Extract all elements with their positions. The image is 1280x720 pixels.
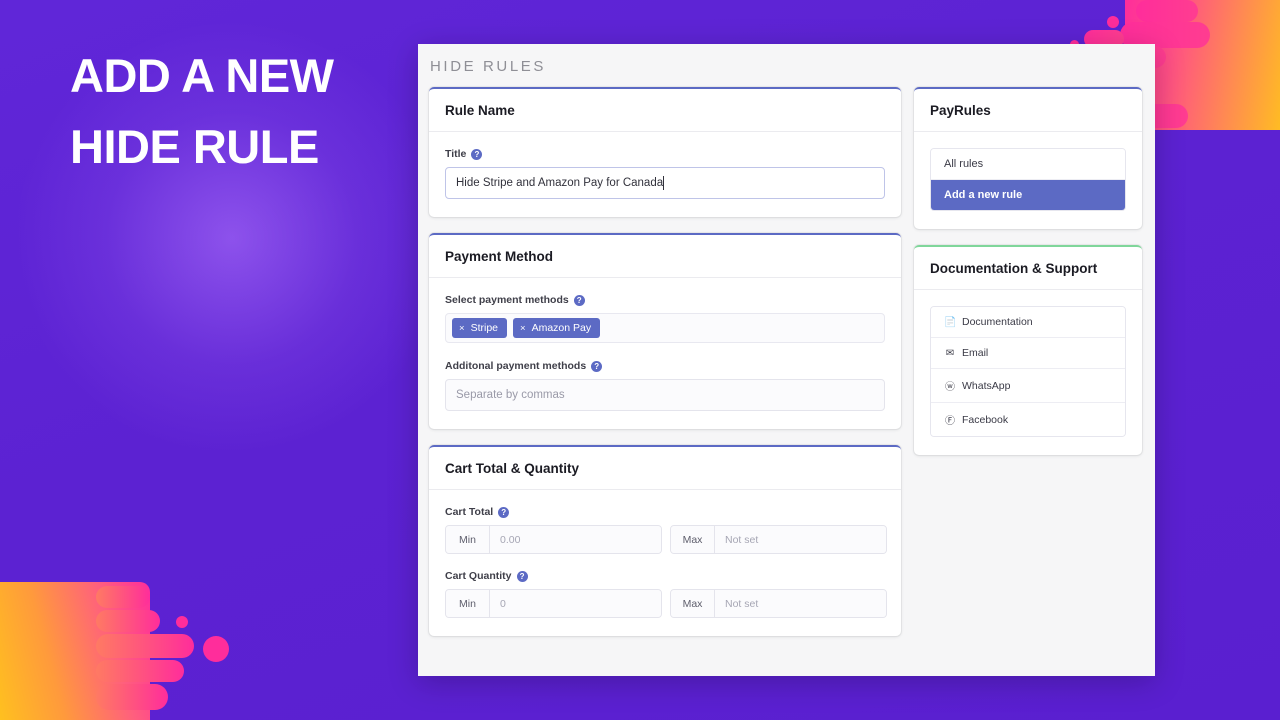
blob-finger	[96, 610, 160, 632]
additional-payment-methods-input[interactable]: Separate by commas	[445, 379, 885, 411]
blob-finger	[96, 586, 150, 608]
payment-methods-tag-input[interactable]: × Stripe × Amazon Pay	[445, 313, 885, 343]
payrules-nav-list: All rules Add a new rule	[930, 148, 1126, 211]
help-icon[interactable]: ?	[573, 294, 585, 306]
decorative-blob-bottom-left	[0, 570, 250, 720]
select-payment-methods-label-text: Select payment methods	[445, 294, 569, 306]
blob-finger	[96, 684, 168, 710]
cart-total-max-input[interactable]: Not set	[715, 526, 886, 553]
additional-payment-methods-label-text: Additonal payment methods	[445, 360, 587, 372]
payrules-card: PayRules All rules Add a new rule	[914, 87, 1142, 229]
cart-card-body: Cart Total ? Min 0.00 Max Not set Cart Q…	[429, 490, 901, 636]
rule-name-heading: Rule Name	[445, 103, 515, 118]
remove-tag-icon[interactable]: ×	[520, 323, 526, 334]
headline-line-1: ADD A NEW	[70, 49, 334, 102]
rule-name-card: Rule Name Title ? Hide Stripe and Amazon…	[429, 87, 901, 217]
support-item-facebook[interactable]: Ⓕ Facebook	[931, 403, 1125, 436]
tag-chip[interactable]: × Stripe	[452, 318, 507, 338]
sidebar-item-label: Add a new rule	[944, 189, 1023, 201]
blob-finger	[96, 660, 184, 682]
app-window: HIDE RULES Rule Name Title ? Hide Stripe…	[418, 44, 1155, 676]
main-column: Rule Name Title ? Hide Stripe and Amazon…	[429, 87, 901, 652]
cart-quantity-min-addon: Min	[446, 590, 490, 617]
payment-method-heading: Payment Method	[445, 249, 554, 264]
document-icon: 📄	[944, 316, 957, 328]
facebook-icon: Ⓕ	[945, 416, 955, 427]
payment-method-card-header: Payment Method	[429, 235, 901, 278]
support-card-header: Documentation & Support	[914, 247, 1142, 290]
cart-quantity-min-input[interactable]: 0	[490, 590, 661, 617]
sidebar-item-all-rules[interactable]: All rules	[931, 149, 1125, 180]
cart-total-min-input[interactable]: 0.00	[490, 526, 661, 553]
documentation-support-card: Documentation & Support 📄 Documentation …	[914, 245, 1142, 455]
side-column: PayRules All rules Add a new rule Docume…	[914, 87, 1142, 471]
tag-label: Stripe	[470, 322, 498, 334]
cart-quantity-row: Min 0 Max Not set	[445, 589, 887, 618]
blob-finger	[1136, 0, 1198, 22]
promo-headline: ADD A NEW HIDE RULE	[70, 40, 410, 182]
support-item-email[interactable]: ✉ Email	[931, 338, 1125, 369]
select-payment-methods-label: Select payment methods ?	[445, 294, 885, 306]
cart-heading: Cart Total & Quantity	[445, 461, 580, 476]
headline-line-2: HIDE RULE	[70, 120, 319, 173]
app-content: Rule Name Title ? Hide Stripe and Amazon…	[418, 87, 1155, 652]
support-card-body: 📄 Documentation ✉ Email ⓦ WhatsApp Ⓕ Fac…	[914, 290, 1142, 455]
help-icon[interactable]: ?	[498, 506, 510, 518]
cart-card-header: Cart Total & Quantity	[429, 447, 901, 490]
support-heading: Documentation & Support	[930, 261, 1098, 276]
cart-quantity-max-group: Max Not set	[670, 589, 887, 618]
title-input-value: Hide Stripe and Amazon Pay for Canada	[456, 177, 664, 189]
sidebar-item-label: All rules	[944, 158, 984, 170]
rule-name-card-header: Rule Name	[429, 89, 901, 132]
cart-total-label-text: Cart Total	[445, 506, 494, 518]
cart-total-quantity-card: Cart Total & Quantity Cart Total ? Min 0…	[429, 445, 901, 636]
tag-chip[interactable]: × Amazon Pay	[513, 318, 601, 338]
help-icon[interactable]: ?	[591, 360, 603, 372]
cart-quantity-max-addon: Max	[671, 590, 715, 617]
payrules-card-header: PayRules	[914, 89, 1142, 132]
help-icon[interactable]: ?	[516, 570, 528, 582]
rule-name-card-body: Title ? Hide Stripe and Amazon Pay for C…	[429, 132, 901, 217]
blob-dot	[176, 616, 188, 628]
support-item-documentation[interactable]: 📄 Documentation	[931, 307, 1125, 338]
title-label-text: Title	[445, 148, 467, 160]
support-item-label: Email	[962, 347, 989, 359]
cart-quantity-label-text: Cart Quantity	[445, 570, 512, 582]
cart-total-row: Min 0.00 Max Not set	[445, 525, 887, 554]
cart-quantity-max-input[interactable]: Not set	[715, 590, 886, 617]
remove-tag-icon[interactable]: ×	[459, 323, 465, 334]
whatsapp-icon: ⓦ	[945, 382, 955, 393]
blob-finger	[96, 634, 194, 658]
cart-quantity-label: Cart Quantity ?	[445, 570, 885, 582]
support-item-whatsapp[interactable]: ⓦ WhatsApp	[931, 369, 1125, 403]
additional-payment-methods-label: Additonal payment methods ?	[445, 360, 885, 372]
page-title: HIDE RULES	[430, 58, 547, 75]
cart-total-max-group: Max Not set	[670, 525, 887, 554]
help-icon[interactable]: ?	[471, 148, 483, 160]
cart-total-min-addon: Min	[446, 526, 490, 553]
payrules-card-body: All rules Add a new rule	[914, 132, 1142, 229]
support-item-label: WhatsApp	[962, 379, 1011, 392]
cart-total-min-group: Min 0.00	[445, 525, 662, 554]
payment-method-card: Payment Method Select payment methods ? …	[429, 233, 901, 429]
tag-label: Amazon Pay	[531, 322, 592, 334]
sidebar-item-add-a-new-rule[interactable]: Add a new rule	[931, 180, 1125, 210]
envelope-icon: ✉	[945, 347, 955, 359]
blob-dot	[203, 636, 229, 662]
payrules-heading: PayRules	[930, 103, 991, 118]
support-links-list: 📄 Documentation ✉ Email ⓦ WhatsApp Ⓕ Fac…	[930, 306, 1126, 437]
cart-total-label: Cart Total ?	[445, 506, 885, 518]
support-item-label: Documentation	[962, 316, 1033, 328]
support-item-label: Facebook	[962, 413, 1009, 426]
blob-dot	[1107, 16, 1119, 28]
title-field-label: Title ?	[445, 148, 885, 160]
cart-quantity-min-group: Min 0	[445, 589, 662, 618]
title-input[interactable]: Hide Stripe and Amazon Pay for Canada	[445, 167, 885, 199]
cart-total-max-addon: Max	[671, 526, 715, 553]
additional-payment-methods-placeholder: Separate by commas	[456, 389, 565, 401]
payment-method-card-body: Select payment methods ? × Stripe × Amaz…	[429, 278, 901, 429]
